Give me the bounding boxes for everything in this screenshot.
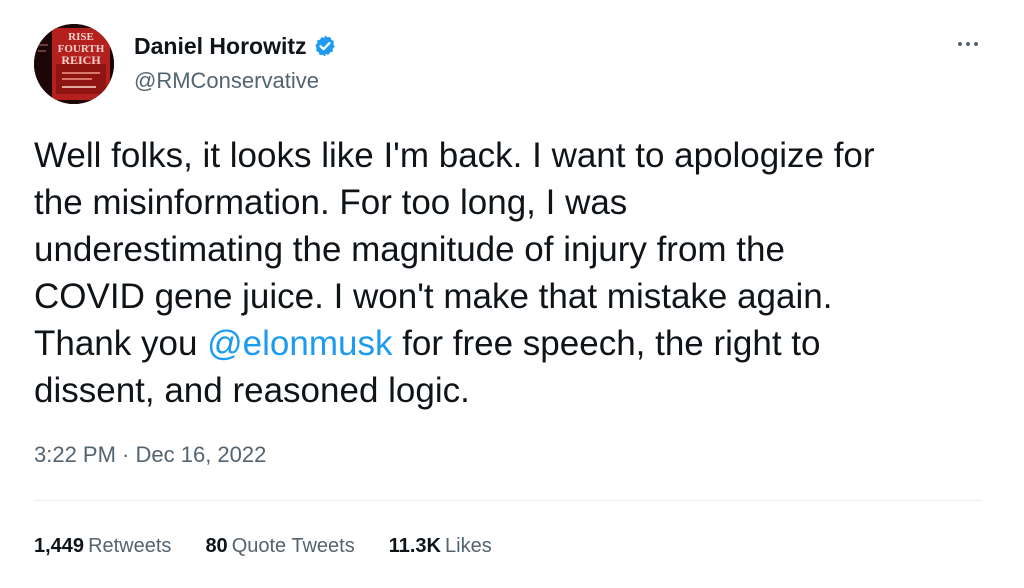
avatar-text-1: RISE (68, 31, 94, 43)
author-handle[interactable]: @RMConservative (134, 68, 319, 94)
tweet-text: Well folks, it looks like I'm back. I wa… (34, 132, 984, 414)
engagement-stats: 1,449 Retweets 80 Quote Tweets 11.3K Likes (34, 532, 526, 560)
retweets-label: Retweets (88, 535, 172, 557)
author-name-row: Daniel Horowitz (134, 32, 337, 60)
quote-tweets-count: 80 (205, 535, 228, 557)
likes-stat[interactable]: 11.3K Likes (389, 532, 492, 560)
retweets-stat[interactable]: 1,449 Retweets (34, 532, 171, 560)
avatar-text-3: REICH (61, 53, 101, 67)
mention-link[interactable]: @elonmusk (207, 324, 392, 363)
likes-count: 11.3K (388, 535, 441, 557)
verified-badge-icon (313, 34, 337, 58)
book-cover-image: RISE FOURTH REICH (34, 24, 114, 104)
more-options-icon[interactable] (954, 30, 982, 58)
divider (34, 500, 982, 501)
retweets-count: 1,449 (34, 535, 85, 557)
likes-label: Likes (445, 535, 492, 557)
quote-tweets-stat[interactable]: 80 Quote Tweets (205, 532, 354, 560)
tweet-timestamp[interactable]: 3:22 PM · Dec 16, 2022 (34, 441, 266, 469)
tweet-card: RISE FOURTH REICH Daniel Horowitz @RMCon… (0, 0, 1024, 588)
quote-tweets-label: Quote Tweets (231, 535, 355, 557)
avatar[interactable]: RISE FOURTH REICH (34, 24, 114, 104)
author-name[interactable]: Daniel Horowitz (134, 32, 307, 60)
